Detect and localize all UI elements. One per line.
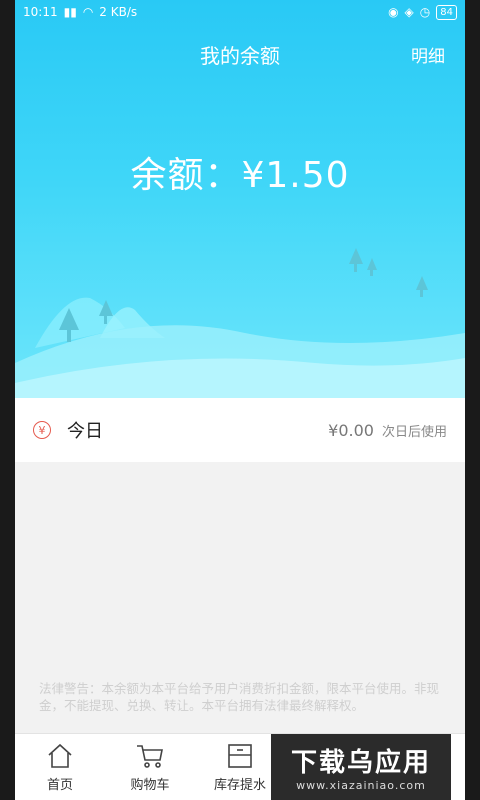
lock-icon: ◉ bbox=[388, 5, 399, 19]
watermark-text: 下载乌应用 bbox=[290, 748, 431, 778]
status-time: 10:11 bbox=[23, 5, 58, 19]
status-bar: 10:11 ▮▮ ◠ 2 KB/s ◉ ◈ ◷ 84 bbox=[15, 0, 465, 24]
today-note: 次日后使用 bbox=[381, 424, 447, 440]
wifi-icon: ◠ bbox=[82, 5, 94, 19]
yen-icon: ¥ bbox=[33, 421, 51, 439]
alarm-icon: ◷ bbox=[419, 5, 431, 19]
today-amount: ¥0.00 bbox=[328, 420, 374, 440]
signal-icon: ▮▮ bbox=[63, 5, 77, 19]
balance-amount: 余额：¥1.50 bbox=[130, 155, 350, 196]
battery-level: 84 bbox=[436, 4, 457, 20]
today-label: 今日 bbox=[67, 421, 103, 442]
network-speed: 2 KB/s bbox=[99, 5, 138, 19]
home-icon bbox=[48, 743, 72, 768]
tab-cart-label: 购物车 bbox=[130, 777, 170, 793]
page-title: 我的余额 bbox=[200, 44, 280, 68]
balance-header: 我的余额 明细 余额：¥1.50 bbox=[15, 0, 465, 398]
app-screen: 我的余额 明细 余额：¥1.50 10:11 ▮▮ ◠ 2 KB/s ◉ ◈ ◷… bbox=[15, 0, 465, 800]
watermark-url: www.xiazainiao.com bbox=[296, 779, 426, 792]
detail-link[interactable]: 明细 bbox=[411, 42, 445, 67]
location-icon: ◈ bbox=[404, 5, 414, 19]
tab-home[interactable]: 首页 bbox=[15, 734, 105, 800]
cart-icon bbox=[137, 744, 163, 768]
watermark-logo: 下载乌应用 www.xiazainiao.com bbox=[271, 734, 451, 800]
today-row[interactable]: ¥ 今日 ¥0.00 次日后使用 bbox=[15, 398, 465, 462]
tab-inventory-label: 库存提水 bbox=[213, 777, 266, 793]
tab-home-label: 首页 bbox=[46, 777, 73, 793]
landscape-illustration bbox=[15, 248, 465, 398]
tab-cart[interactable]: 购物车 bbox=[105, 734, 195, 800]
box-icon bbox=[228, 743, 252, 768]
legal-warning: 法律警告：本余额为本平台给予用户消费折扣金额，限本平台使用。非现金，不能提现、兑… bbox=[39, 681, 440, 713]
